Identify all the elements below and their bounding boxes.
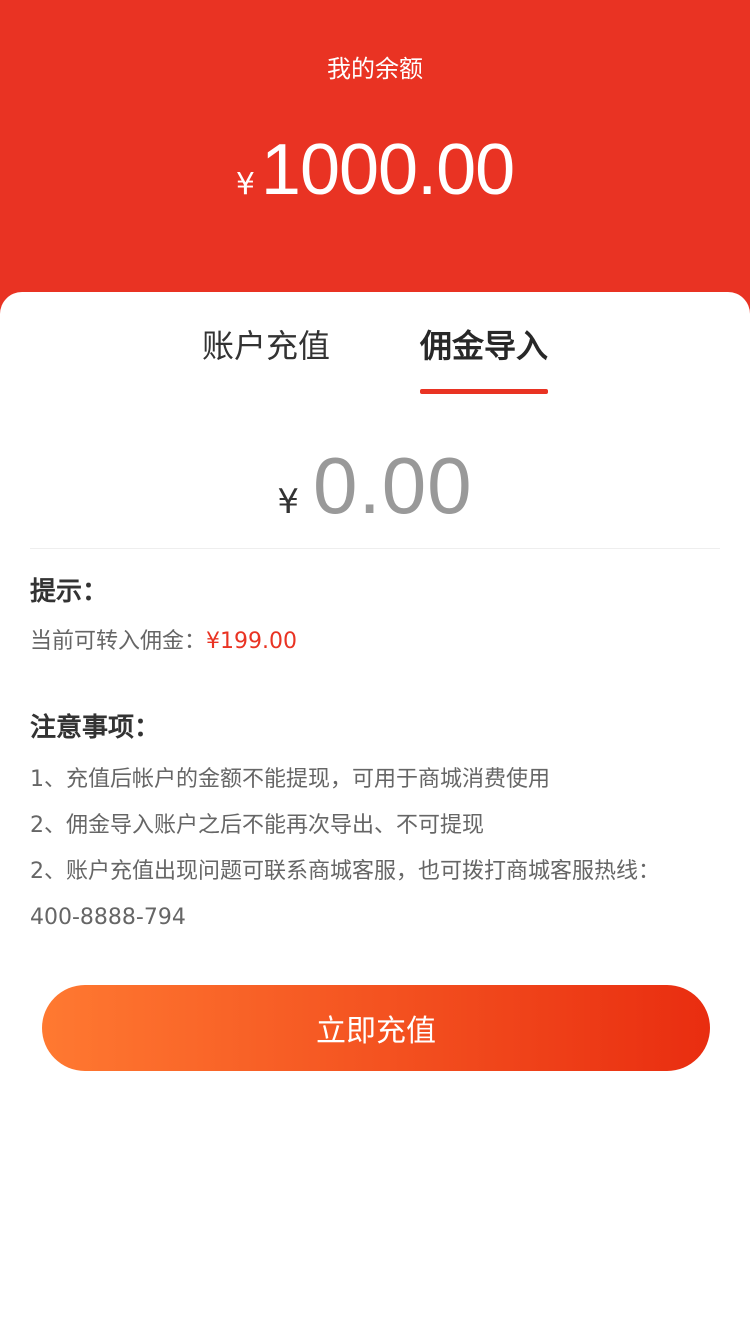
available-commission-label: 当前可转入佣金：	[30, 629, 207, 654]
tips-title: 提示：	[30, 577, 109, 607]
notes-title: 注意事项：	[30, 713, 161, 743]
notice-item: 1、充值后帐户的金额不能提现，可用于商城消费使用	[30, 767, 550, 792]
balance-display: ¥1000.00	[0, 128, 750, 231]
notice-item: 2、佣金导入账户之后不能再次导出、不可提现	[30, 813, 484, 838]
available-commission: 当前可转入佣金：¥199.00	[30, 626, 297, 658]
recharge-now-button[interactable]: 立即充值	[42, 985, 710, 1071]
tab-label: 账户充值	[201, 327, 330, 365]
amount-currency-symbol: ¥	[277, 482, 299, 522]
balance-amount: 1000.00	[260, 130, 515, 210]
active-tab-indicator	[420, 389, 548, 394]
recharge-card: 账户充值 佣金导入 ¥0.00 提示： 当前可转入佣金：¥199.00 注意事项…	[0, 292, 750, 1334]
balance-header: 我的余额 ¥1000.00	[0, 0, 750, 330]
page-title: 我的余额	[327, 55, 423, 83]
amount-input-area[interactable]: ¥0.00	[0, 436, 750, 558]
notice-item: 2、账户充值出现问题可联系商城客服，也可拨打商城客服热线：	[30, 859, 660, 884]
amount-divider	[30, 548, 720, 549]
balance-currency-symbol: ¥	[235, 167, 255, 202]
tab-label: 佣金导入	[419, 327, 548, 365]
tab-account-recharge[interactable]: 账户充值	[196, 316, 336, 396]
amount-value: 0.00	[312, 441, 473, 530]
tab-commission-import[interactable]: 佣金导入	[414, 316, 554, 396]
available-commission-value: ¥199.00	[206, 629, 297, 654]
recharge-tabs: 账户充值 佣金导入	[0, 316, 750, 396]
notice-item-hotline: 400-8888-794	[30, 905, 186, 930]
